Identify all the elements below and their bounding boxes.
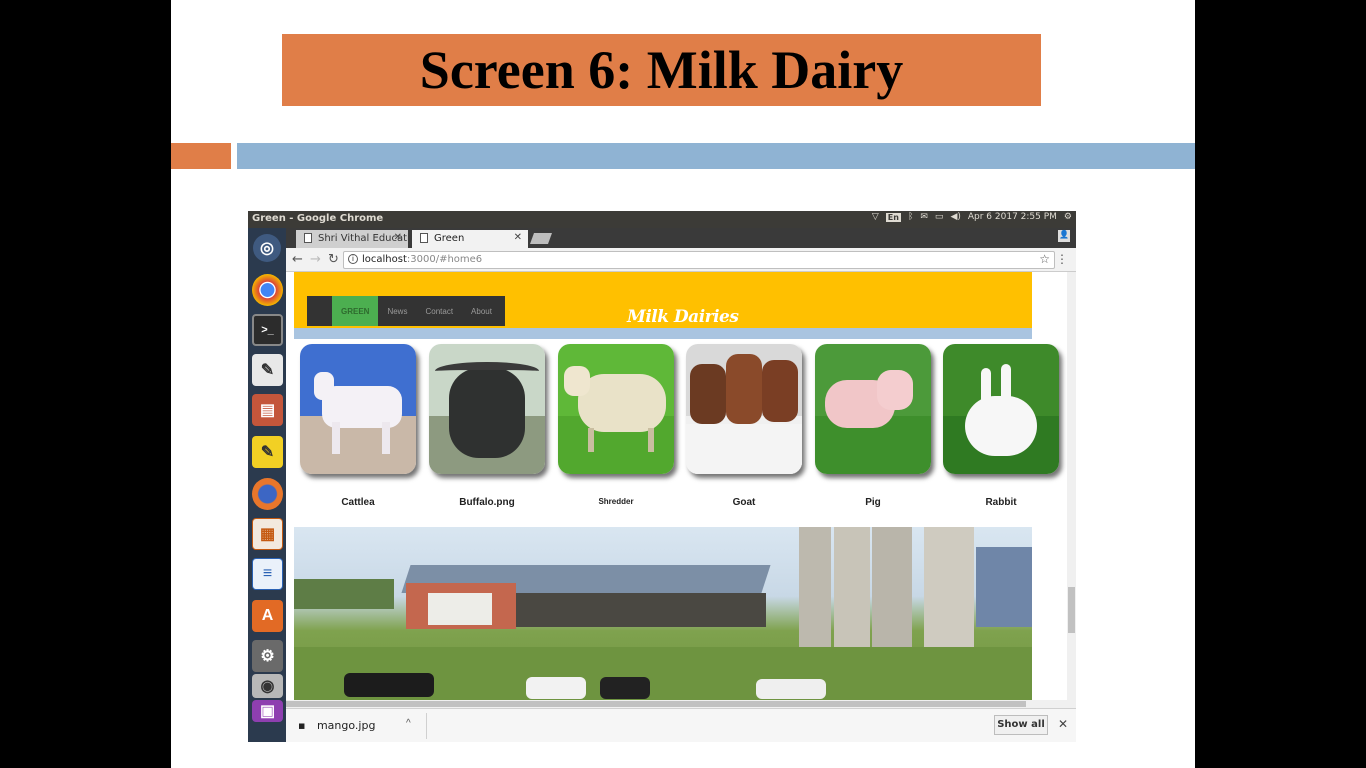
header-strip (294, 328, 1032, 339)
tab-green[interactable]: Green ✕ (412, 230, 528, 248)
site-logo: Milk Dairies (627, 307, 739, 327)
animal-caption-rabbit: Rabbit (985, 497, 1017, 508)
animal-image-rabbit[interactable] (943, 344, 1059, 474)
download-item[interactable]: ▪ mango.jpg (298, 719, 375, 732)
file-manager-icon[interactable]: ▤ (252, 394, 283, 426)
notes-icon[interactable]: ✎ (252, 436, 283, 468)
scroll-thumb[interactable] (286, 701, 1026, 707)
chevron-up-icon[interactable]: ^ (406, 718, 411, 729)
bookmark-star-icon[interactable]: ☆ (1039, 252, 1050, 266)
volume-icon[interactable]: ◀) (950, 212, 960, 222)
nav-item-about[interactable]: About (462, 296, 501, 326)
forward-icon[interactable]: → (310, 252, 321, 267)
software-center-icon[interactable]: A (252, 600, 283, 632)
nav-item-contact[interactable]: Contact (416, 296, 462, 326)
text-editor-icon[interactable]: ✎ (252, 354, 283, 386)
divider (426, 713, 427, 739)
nav-item-news[interactable]: News (378, 296, 416, 326)
bluetooth-icon[interactable]: ᛒ (908, 212, 913, 222)
battery-icon[interactable]: ▭ (935, 212, 944, 222)
animal-caption-pig: Pig (865, 497, 881, 508)
trash-icon[interactable]: ▣ (252, 700, 283, 722)
system-tray: ▽ En ᛒ ✉ ▭ ◀) Apr 6 2017 2:55 PM ⚙ (872, 212, 1072, 222)
wifi-icon[interactable]: ▽ (872, 212, 879, 222)
image-file-icon: ▪ (298, 719, 306, 732)
page-icon (304, 233, 312, 243)
farm-banner-image (294, 527, 1032, 700)
slide-accent-bar-orange (171, 143, 231, 169)
page-viewport: GREEN News Contact About Milk Dairies Ca… (286, 272, 1076, 708)
animal-caption-sheep: Shredder (598, 497, 634, 506)
clock[interactable]: Apr 6 2017 2:55 PM (968, 212, 1057, 222)
keyboard-layout-indicator[interactable]: En (885, 212, 901, 222)
animal-image-goat[interactable] (686, 344, 802, 474)
mail-icon[interactable]: ✉ (920, 212, 928, 222)
writer-icon[interactable]: ≡ (252, 558, 283, 590)
browser-toolbar: ← → ↻ i localhost:3000/#home6 ☆ ⋮ (286, 248, 1076, 272)
address-host: localhost (362, 254, 407, 265)
animal-image-buffalo[interactable] (429, 344, 545, 474)
animal-image-sheep[interactable] (558, 344, 674, 474)
animal-caption-cattle: Cattlea (341, 497, 375, 508)
animal-image-cattle[interactable] (300, 344, 416, 474)
address-path: :3000/#home6 (406, 254, 483, 265)
close-icon[interactable]: ✕ (1058, 717, 1068, 731)
address-bar[interactable]: i localhost:3000/#home6 ☆ (343, 251, 1055, 269)
downloads-bar: ▪ mango.jpg ^ Show all ✕ (286, 708, 1076, 742)
disk-icon[interactable]: ◉ (252, 674, 283, 698)
animal-image-pig[interactable] (815, 344, 931, 474)
animal-caption-buffalo: Buffalo.png (459, 497, 515, 508)
slide-accent-bar-blue (237, 143, 1195, 169)
gear-icon[interactable]: ⚙ (1064, 212, 1072, 222)
chrome-icon[interactable] (252, 274, 283, 306)
ubuntu-logo-icon[interactable]: ◎ (253, 234, 281, 262)
tab-label: Green (434, 233, 465, 244)
os-top-panel: Green - Google Chrome ▽ En ᛒ ✉ ▭ ◀) Apr … (248, 211, 1076, 228)
animal-caption-goat: Goat (732, 497, 756, 508)
profile-icon[interactable]: 👤 (1058, 230, 1070, 242)
reload-icon[interactable]: ↻ (328, 252, 339, 267)
close-icon[interactable]: ✕ (514, 232, 522, 243)
terminal-icon[interactable]: >_ (252, 314, 283, 346)
page-icon (420, 233, 428, 243)
unity-launcher: ◎ >_ ✎ ▤ ✎ ▦ ≡ A ⚙ ◉ ▣ (248, 228, 286, 742)
firefox-icon[interactable] (252, 478, 283, 510)
vertical-scrollbar[interactable] (1067, 272, 1076, 708)
settings-icon[interactable]: ⚙ (252, 640, 283, 672)
nav-item-green[interactable]: GREEN (332, 296, 379, 326)
new-tab-button[interactable] (529, 233, 553, 244)
tab-shri-vithal[interactable]: Shri Vithal Educati ✕ (296, 230, 408, 248)
slide-title: Screen 6: Milk Dairy (282, 34, 1041, 106)
horizontal-scrollbar[interactable] (286, 700, 1067, 708)
back-icon[interactable]: ← (292, 252, 303, 267)
impress-icon[interactable]: ▦ (252, 518, 283, 550)
site-header: GREEN News Contact About Milk Dairies (294, 272, 1032, 328)
browser-tab-strip: Shri Vithal Educati ✕ Green ✕ 👤 (286, 228, 1076, 248)
window-title: Green - Google Chrome (252, 213, 384, 224)
menu-dots-icon[interactable]: ⋮ (1056, 252, 1068, 266)
show-all-button[interactable]: Show all (994, 715, 1048, 735)
close-icon[interactable]: ✕ (394, 232, 402, 243)
info-icon[interactable]: i (348, 254, 358, 264)
download-filename: mango.jpg (316, 719, 376, 732)
scroll-thumb[interactable] (1068, 587, 1075, 633)
desktop-screenshot: Green - Google Chrome ▽ En ᛒ ✉ ▭ ◀) Apr … (248, 211, 1076, 742)
site-nav: GREEN News Contact About (307, 296, 505, 326)
